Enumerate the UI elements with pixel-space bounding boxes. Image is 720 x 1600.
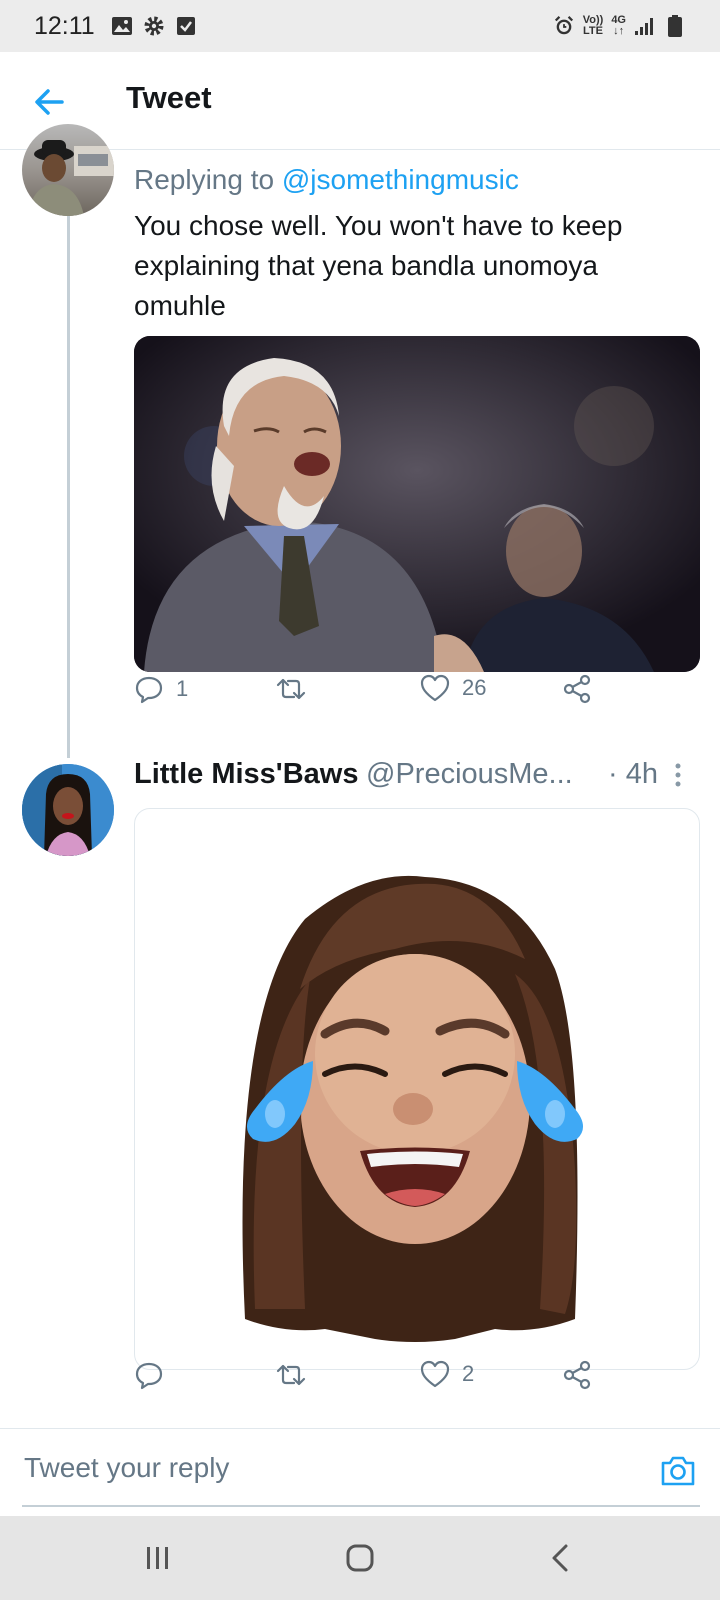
- retweet-icon: [276, 1364, 306, 1386]
- camera-icon: [661, 1456, 695, 1486]
- reply-icon: [135, 676, 163, 704]
- volte-indicator: Vo)) LTE: [583, 15, 604, 37]
- gear-icon: [143, 15, 165, 37]
- share-icon: [563, 1360, 591, 1390]
- reply-compose-bar: [0, 1428, 720, 1516]
- tweet-timestamp: · 4h: [608, 758, 658, 790]
- camera-button[interactable]: [658, 1451, 698, 1491]
- share-button[interactable]: [562, 1360, 592, 1390]
- tweet-actions: 2: [134, 1360, 700, 1400]
- retweet-button[interactable]: [274, 674, 308, 704]
- arrow-left-icon: [35, 89, 64, 115]
- status-time: 12:11: [34, 11, 95, 40]
- heart-icon: [420, 674, 450, 702]
- image-icon: [111, 15, 133, 37]
- back-button[interactable]: [30, 82, 70, 122]
- reply-input[interactable]: [22, 1447, 666, 1489]
- status-bar-left: 12:11: [34, 12, 197, 41]
- display-name[interactable]: Little Miss'Baws: [134, 758, 358, 791]
- recent-apps-button[interactable]: [138, 1540, 178, 1576]
- page-title: Tweet: [126, 80, 212, 115]
- share-button[interactable]: [562, 674, 592, 704]
- more-options-button[interactable]: [670, 758, 686, 792]
- heart-icon: [420, 1360, 450, 1388]
- share-icon: [563, 674, 591, 704]
- status-bar-right: Vo)) LTE 4G ↓↑: [553, 15, 686, 37]
- retweet-button[interactable]: [274, 1360, 308, 1390]
- tweet-photo[interactable]: [134, 336, 700, 672]
- reply-count: 1: [176, 676, 189, 701]
- tweet-header: Little Miss'Baws @PreciousMe... · 4h: [134, 758, 700, 798]
- reply-icon: [135, 1362, 163, 1390]
- replying-to-handle-link[interactable]: @jsomethingmusic: [282, 164, 519, 195]
- like-count: 26: [462, 675, 487, 700]
- battery-icon: [664, 15, 686, 37]
- avatar[interactable]: [22, 764, 114, 856]
- home-button[interactable]: [340, 1540, 380, 1576]
- tweet-actions: 1 26: [134, 674, 700, 714]
- thread-connector-line: [67, 212, 70, 758]
- recent-apps-icon: [147, 1547, 168, 1569]
- more-vertical-icon: [675, 763, 681, 787]
- user-handle[interactable]: @PreciousMe...: [366, 758, 573, 791]
- signal-icon: [634, 15, 656, 37]
- chevron-left-icon: [552, 1544, 568, 1572]
- status-bar: 12:11 Vo)) LTE 4G ↓↑: [0, 0, 720, 52]
- like-count: 2: [462, 1361, 475, 1386]
- home-icon: [346, 1544, 374, 1572]
- lte-label: LTE: [583, 25, 603, 37]
- like-button[interactable]: 2: [420, 1360, 474, 1388]
- reply-button[interactable]: 1: [134, 674, 188, 704]
- retweet-icon: [276, 678, 306, 700]
- avatar[interactable]: [22, 124, 114, 216]
- checkbox-icon: [175, 15, 197, 37]
- reply-button[interactable]: [134, 1360, 164, 1390]
- data-arrows-icon: ↓↑: [613, 25, 625, 37]
- system-navigation-bar: [0, 1516, 720, 1600]
- replying-to: Replying to @jsomethingmusic: [134, 164, 519, 196]
- tweet-text: You chose well. You won't have to keep e…: [134, 210, 623, 321]
- tweet-memoji-image[interactable]: [134, 808, 700, 1370]
- alarm-icon: [553, 15, 575, 37]
- replying-to-prefix: Replying to: [134, 164, 275, 195]
- system-back-button[interactable]: [540, 1540, 580, 1576]
- reply-input-underline: [22, 1505, 700, 1507]
- app-bar: Tweet: [0, 52, 720, 150]
- network-type-indicator: 4G ↓↑: [611, 15, 626, 37]
- like-button[interactable]: 26: [420, 674, 486, 702]
